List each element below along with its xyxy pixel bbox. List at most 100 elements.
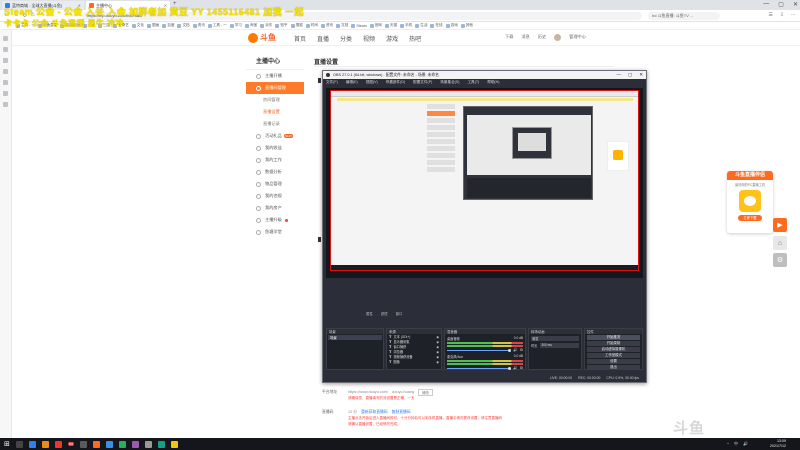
nav-home[interactable]: 首页 xyxy=(294,34,306,43)
nav-category[interactable]: 分类 xyxy=(340,34,352,43)
scene-item[interactable]: 场景 xyxy=(328,335,382,340)
sidebar-item[interactable]: 我的工作 xyxy=(246,154,304,166)
close-window-button[interactable]: ✕ xyxy=(793,1,798,8)
obs-menu-item[interactable]: 编辑(E) xyxy=(346,80,358,85)
volume-slider[interactable] xyxy=(447,348,512,352)
obs-menu-item[interactable]: 工具(T) xyxy=(467,80,479,85)
app-yellow-icon[interactable] xyxy=(170,440,178,448)
sidebar-item[interactable]: 我的违规 xyxy=(246,190,304,202)
search-icon[interactable] xyxy=(15,440,23,448)
bookmark-item[interactable]: 游戏 xyxy=(445,22,458,29)
bookmark-item[interactable]: 手机 xyxy=(400,22,412,29)
bookmark-item[interactable]: 时间 xyxy=(305,22,318,29)
obs-maximize-button[interactable]: ▢ xyxy=(628,72,632,78)
nav-game[interactable]: 游戏 xyxy=(386,34,398,43)
bookmark-item[interactable]: Steam xyxy=(351,22,367,29)
rail-star-icon[interactable] xyxy=(3,36,8,41)
platform-select[interactable]: 修改 xyxy=(418,388,433,396)
bookmark-item[interactable]: 其他 xyxy=(460,22,473,29)
slider-knob[interactable] xyxy=(508,366,512,370)
rail-download-icon[interactable] xyxy=(3,58,8,63)
properties-button[interactable]: 属性 xyxy=(366,311,373,316)
sidebar-item[interactable]: 活动礼品 NEW xyxy=(246,130,304,142)
browser-taskbar-icon[interactable] xyxy=(28,440,36,448)
bookmark-item[interactable]: 淘宝 xyxy=(245,22,257,29)
play-float-icon[interactable]: ▶ xyxy=(773,218,787,232)
sidebar-item[interactable]: 物品管理 xyxy=(246,178,304,190)
app-gray-icon[interactable] xyxy=(144,440,152,448)
regenerate-code-link[interactable]: 重新获取直播码 xyxy=(361,410,388,415)
sidebar-item[interactable]: 直播记录 xyxy=(246,118,304,130)
slider-knob[interactable] xyxy=(508,348,512,352)
bookmark-item[interactable]: 资讯 xyxy=(320,22,333,29)
download-icon[interactable]: ⇩ xyxy=(780,12,784,18)
rail-note-icon[interactable] xyxy=(3,69,8,74)
menu-icon[interactable]: ⋯ xyxy=(791,12,796,18)
transition-type-select[interactable]: 渐变 xyxy=(531,336,579,341)
obs-preview[interactable] xyxy=(326,88,643,278)
live-companion-ad[interactable]: 斗鱼直播伴侣 最好用的PC直播工具 立即下载 xyxy=(727,171,773,233)
bookmark-item[interactable]: 资讯 xyxy=(192,22,205,29)
visibility-icon[interactable]: ◉ xyxy=(436,350,439,354)
folder-icon[interactable] xyxy=(41,440,49,448)
browser-search-input[interactable]: bd 斗鱼直播: 斗鱼TV ... xyxy=(648,12,720,20)
tray-expand-icon[interactable]: ^ xyxy=(727,441,729,447)
sidebar-item[interactable]: 我的收益 xyxy=(246,142,304,154)
settings-float-icon[interactable]: ⚙ xyxy=(773,253,787,267)
visibility-icon[interactable]: ◉ xyxy=(436,360,439,364)
avatar[interactable] xyxy=(554,34,562,41)
visibility-icon[interactable]: ◉ xyxy=(436,340,439,344)
rail-history-icon[interactable] xyxy=(3,47,8,52)
douyu-logo[interactable]: 斗鱼 xyxy=(248,32,278,43)
sidebar-item[interactable]: 我的房产 xyxy=(246,202,304,214)
app-teal-icon[interactable] xyxy=(157,440,165,448)
bookmark-item[interactable]: 文化 xyxy=(131,22,144,29)
app-red-icon[interactable] xyxy=(54,440,62,448)
obs-menu-item[interactable]: 文件(F) xyxy=(326,80,338,85)
sidebar-item[interactable]: 鱼塘学堂 xyxy=(246,226,304,238)
header-download[interactable]: 下载 xyxy=(505,34,513,41)
douyu-taskbar-icon[interactable] xyxy=(92,440,100,448)
copy-code-link[interactable]: 复制直播码 xyxy=(392,410,411,415)
obs-control-button[interactable]: 工作室模式 xyxy=(587,353,640,358)
obs-menu-item[interactable]: 场景集合(S) xyxy=(440,80,459,85)
bookmark-item[interactable]: 知乎 xyxy=(275,22,288,29)
sidebar-item[interactable]: 主播升级 xyxy=(246,214,304,226)
sidebar-item[interactable]: 主播开播 xyxy=(246,70,304,82)
app-blue-icon[interactable] xyxy=(105,440,113,448)
bookmark-item[interactable]: 官网 xyxy=(369,22,382,29)
visibility-icon[interactable]: ◉ xyxy=(436,335,439,339)
obs-menu-item[interactable]: 帮助(H) xyxy=(487,80,499,85)
bookmark-item[interactable]: 工具 - 一 xyxy=(207,22,227,29)
obs-close-button[interactable]: ✕ xyxy=(639,72,643,78)
speaker-icon[interactable]: 🔊 xyxy=(513,348,517,352)
duration-input[interactable]: 300 ms xyxy=(540,343,579,348)
volume-icon[interactable]: 🔊 xyxy=(743,441,748,447)
obs-control-button[interactable]: 退出 xyxy=(587,365,640,370)
source-item[interactable]: T 图像 ◉ xyxy=(387,359,441,364)
ad-download-button[interactable]: 立即下载 xyxy=(738,215,762,221)
sidebar-item[interactable]: 房间管理 xyxy=(246,94,304,106)
sidebar-item[interactable]: 直播设置 xyxy=(246,106,304,118)
nav-video[interactable]: 视频 xyxy=(363,34,375,43)
header-message[interactable]: 消息 xyxy=(521,34,529,41)
bookmark-item[interactable]: 图画 xyxy=(147,22,159,29)
filters-button[interactable]: 滤镜 xyxy=(381,311,388,316)
bookmark-item[interactable]: 生活 xyxy=(415,22,427,29)
visibility-icon[interactable]: ◉ xyxy=(436,345,439,349)
obs-menu-item[interactable]: 配置文件(P) xyxy=(413,80,432,85)
obs-menu-item[interactable]: 视图(V) xyxy=(366,80,378,85)
obs-control-button[interactable]: 设置 xyxy=(587,359,640,364)
nav-live[interactable]: 直播 xyxy=(317,34,329,43)
bookmark-item[interactable]: 百度 xyxy=(162,22,174,29)
maximize-button[interactable]: ▢ xyxy=(778,1,784,8)
bookmark-item[interactable]: 在线 xyxy=(430,22,443,29)
extensions-icon[interactable]: ☰ xyxy=(768,12,772,18)
gear-icon[interactable]: ⚙ xyxy=(520,348,523,352)
ime-icon[interactable]: 中 xyxy=(734,441,738,447)
header-manage[interactable]: 管理中心 xyxy=(569,34,586,41)
header-history[interactable]: 历史 xyxy=(538,34,546,41)
visibility-icon[interactable]: ◉ xyxy=(436,355,439,359)
bookmark-item[interactable]: 文档 xyxy=(177,22,190,29)
rail-game-icon[interactable] xyxy=(3,80,8,85)
